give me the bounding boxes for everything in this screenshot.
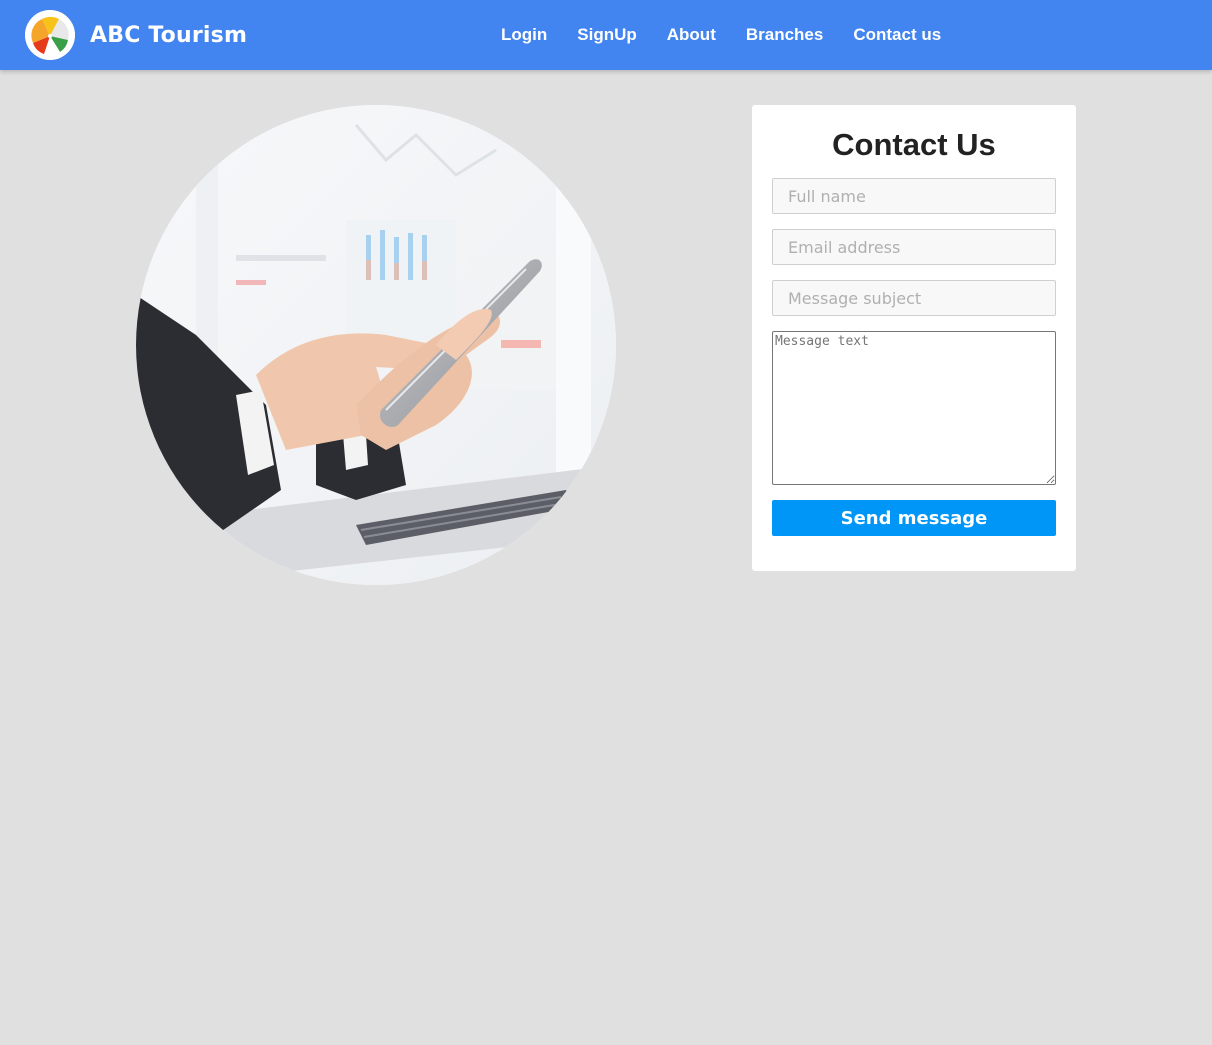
- nav-link-about[interactable]: About: [652, 24, 731, 46]
- hero-photo: [136, 105, 616, 585]
- brand-name[interactable]: ABC Tourism: [90, 22, 247, 50]
- brand-logo-icon[interactable]: [25, 10, 75, 60]
- message-textarea[interactable]: [772, 331, 1056, 485]
- nav-link-branches[interactable]: Branches: [731, 24, 838, 46]
- nav-link-contact-us[interactable]: Contact us: [838, 24, 956, 46]
- top-navbar: ABC Tourism Login SignUp About Branches …: [0, 0, 1212, 70]
- email-input[interactable]: [772, 229, 1056, 265]
- contact-card: Contact Us Send message: [752, 105, 1076, 571]
- subject-input[interactable]: [772, 280, 1056, 316]
- full-name-input[interactable]: [772, 178, 1056, 214]
- contact-form-title: Contact Us: [832, 127, 996, 162]
- hands-using-smartphone-photo: [136, 105, 616, 585]
- nav-link-signup[interactable]: SignUp: [562, 24, 652, 46]
- nav-links: Login SignUp About Branches Contact us: [486, 24, 956, 46]
- nav-link-login[interactable]: Login: [486, 24, 562, 46]
- send-message-button[interactable]: Send message: [772, 500, 1056, 536]
